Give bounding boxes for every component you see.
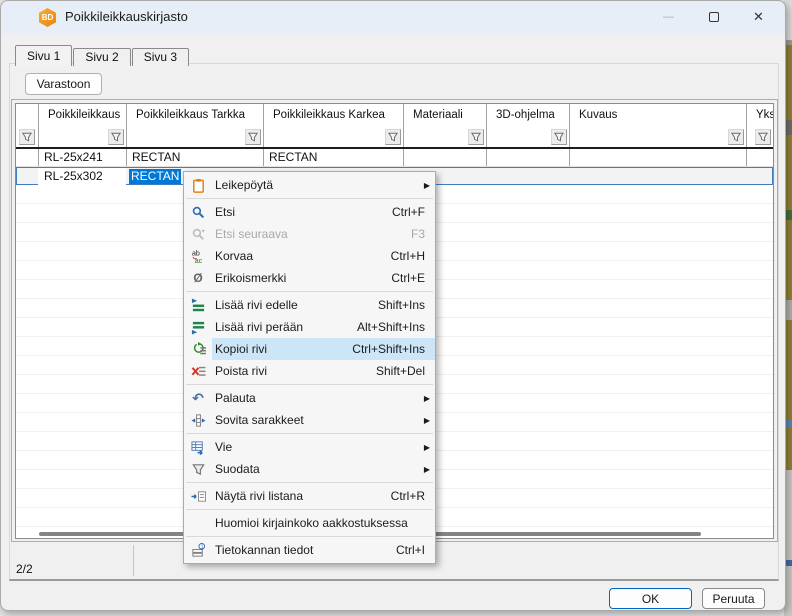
menu-item-tietokannan-tiedot[interactable]: 1 Tietokannan tiedot Ctrl+I <box>184 539 435 561</box>
dialog-poikkileikkauskirjasto: BD Poikkileikkauskirjasto Sivu 1 Sivu 2 … <box>0 0 786 611</box>
filter-icon <box>247 131 259 143</box>
menu-separator <box>186 536 433 537</box>
filter-button-poikkileikkaus[interactable] <box>108 129 124 145</box>
header-poikkileikkaus-karkea[interactable]: Poikkileikkaus Karkea <box>263 104 403 127</box>
cell-tarkka-selected[interactable]: RECTAN <box>129 169 181 184</box>
context-menu: Leikepöytä Etsi Ctrl+F Etsi seuraava F3 … <box>183 171 436 564</box>
row-count: 2/2 <box>16 562 33 576</box>
tab-strip: Sivu 1 Sivu 2 Sivu 3 <box>15 45 190 66</box>
filter-button-3d-ohjelma[interactable] <box>551 129 567 145</box>
cell-poikkileikkaus[interactable]: RL-25x302 <box>38 168 126 186</box>
menu-item-palauta[interactable]: Palauta <box>184 387 435 409</box>
cell-tarkka[interactable]: RECTAN <box>126 149 263 167</box>
tab-sivu-2[interactable]: Sivu 2 <box>73 48 130 66</box>
app-icon: BD <box>38 8 57 27</box>
cell-karkea[interactable]: RECTAN <box>263 149 403 167</box>
menu-item-erikoismerkki[interactable]: Erikoismerkki Ctrl+E <box>184 267 435 289</box>
special-character-icon <box>190 270 206 286</box>
filter-button-kuvaus[interactable] <box>728 129 744 145</box>
header-poikkileikkaus-tarkka[interactable]: Poikkileikkaus Tarkka <box>126 104 263 127</box>
header-poikkileikkaus[interactable]: Poikkileikkaus <box>38 104 126 127</box>
filter-icon <box>190 461 206 477</box>
menu-item-sovita-sarakkeet[interactable]: Sovita sarakkeet <box>184 409 435 431</box>
maximize-button[interactable] <box>691 1 736 33</box>
replace-icon: abac <box>190 248 206 264</box>
filter-icon <box>757 131 769 143</box>
copy-row-icon <box>190 341 206 357</box>
filter-button-karkea[interactable] <box>385 129 401 145</box>
menu-item-vie[interactable]: Vie <box>184 436 435 458</box>
menu-item-etsi[interactable]: Etsi Ctrl+F <box>184 201 435 223</box>
export-icon <box>190 439 206 455</box>
menu-separator <box>186 482 433 483</box>
database-info-icon: 1 <box>190 542 206 558</box>
titlebar: BD Poikkileikkauskirjasto <box>1 1 785 33</box>
filter-button-row-selector[interactable] <box>19 129 35 145</box>
submenu-arrow-icon <box>424 390 430 404</box>
fit-columns-icon <box>190 412 206 428</box>
svg-text:1: 1 <box>200 544 203 550</box>
menu-item-huomioi-kirjainkoko[interactable]: Huomioi kirjainkoko aakkostuksessa <box>184 512 435 534</box>
submenu-arrow-icon <box>424 461 430 475</box>
show-row-list-icon <box>190 488 206 504</box>
maximize-icon <box>709 12 719 22</box>
menu-item-etsi-seuraava[interactable]: Etsi seuraava F3 <box>184 223 435 245</box>
filter-button-materiaali[interactable] <box>468 129 484 145</box>
table-row[interactable]: RL-25x241 RECTAN RECTAN <box>16 149 773 167</box>
header-materiaali[interactable]: Materiaali <box>403 104 486 127</box>
menu-item-kopioi-rivi[interactable]: Kopioi rivi Ctrl+Shift+Ins <box>184 338 435 360</box>
insert-row-before-icon <box>190 297 206 313</box>
filter-icon <box>470 131 482 143</box>
menu-item-suodata[interactable]: Suodata <box>184 458 435 480</box>
window-title: Poikkileikkauskirjasto <box>65 1 188 33</box>
submenu-arrow-icon <box>424 439 430 453</box>
filter-icon <box>21 131 33 143</box>
header-3d-ohjelma[interactable]: 3D-ohjelma <box>486 104 569 127</box>
search-icon <box>190 204 206 220</box>
filter-icon <box>553 131 565 143</box>
cell-poikkileikkaus[interactable]: RL-25x241 <box>38 149 126 167</box>
status-divider <box>133 545 134 576</box>
header-yks[interactable]: Yks <box>746 104 773 127</box>
cancel-button[interactable]: Peruuta <box>702 588 765 609</box>
tab-sivu-1[interactable]: Sivu 1 <box>15 45 72 66</box>
ok-button[interactable]: OK <box>609 588 692 609</box>
tab-sivu-3[interactable]: Sivu 3 <box>132 48 189 66</box>
filter-button-tarkka[interactable] <box>245 129 261 145</box>
menu-item-nayta-rivi-listana[interactable]: Näytä rivi listana Ctrl+R <box>184 485 435 507</box>
close-button[interactable] <box>736 1 781 33</box>
delete-row-icon <box>190 363 206 379</box>
filter-button-yks[interactable] <box>755 129 771 145</box>
app-badge-text: BD <box>42 13 54 22</box>
menu-separator <box>186 384 433 385</box>
submenu-arrow-icon <box>424 412 430 426</box>
filter-icon <box>110 131 122 143</box>
clipboard-icon <box>190 177 206 193</box>
varastoon-button[interactable]: Varastoon <box>25 73 102 95</box>
insert-row-after-icon <box>190 319 206 335</box>
menu-item-lisaa-rivi-edelle[interactable]: Lisää rivi edelle Shift+Ins <box>184 294 435 316</box>
filter-icon <box>387 131 399 143</box>
menu-item-leikepoyta[interactable]: Leikepöytä <box>184 174 435 196</box>
submenu-arrow-icon <box>424 177 430 191</box>
undo-icon <box>190 390 206 406</box>
window-controls <box>646 1 781 33</box>
menu-separator <box>186 433 433 434</box>
menu-item-lisaa-rivi-peraan[interactable]: Lisää rivi perään Alt+Shift+Ins <box>184 316 435 338</box>
menu-separator <box>186 509 433 510</box>
menu-item-korvaa[interactable]: abac Korvaa Ctrl+H <box>184 245 435 267</box>
menu-item-poista-rivi[interactable]: Poista rivi Shift+Del <box>184 360 435 382</box>
screen: BD Poikkileikkauskirjasto Sivu 1 Sivu 2 … <box>0 0 792 616</box>
minimize-button[interactable] <box>646 1 691 33</box>
header-kuvaus[interactable]: Kuvaus <box>569 104 746 127</box>
search-next-icon <box>190 226 206 242</box>
menu-separator <box>186 291 433 292</box>
filter-icon <box>730 131 742 143</box>
svg-text:ab: ab <box>191 250 199 257</box>
menu-separator <box>186 198 433 199</box>
